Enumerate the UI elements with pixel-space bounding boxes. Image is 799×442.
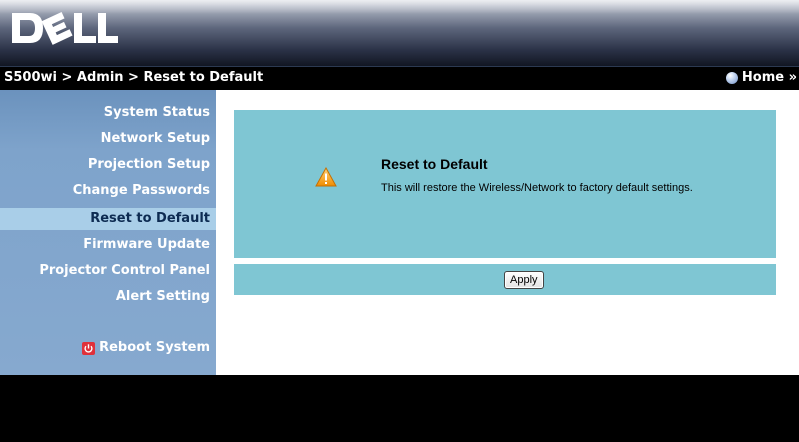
- breadcrumb: S500wi > Admin > Reset to Default: [4, 70, 264, 85]
- panel-message: This will restore the Wireless/Network t…: [381, 182, 693, 194]
- home-label: Home »: [741, 70, 797, 85]
- sidebar-item-projector-control-panel[interactable]: Projector Control Panel: [39, 260, 210, 282]
- apply-bar: Apply: [234, 264, 776, 295]
- warning-icon: [315, 167, 337, 187]
- power-icon: [82, 341, 96, 355]
- home-link[interactable]: Home »: [725, 70, 797, 85]
- sidebar-item-projection-setup[interactable]: Projection Setup: [88, 154, 210, 176]
- globe-icon: [725, 71, 738, 84]
- apply-button[interactable]: Apply: [504, 271, 544, 289]
- reset-panel: Reset to Default This will restore the W…: [234, 110, 776, 258]
- sidebar-item-network-setup[interactable]: Network Setup: [101, 128, 210, 150]
- sidebar-item-alert-setting[interactable]: Alert Setting: [116, 286, 210, 308]
- panel-title: Reset to Default: [381, 156, 488, 172]
- main-content: Reset to Default This will restore the W…: [216, 90, 799, 375]
- header-banner: [0, 0, 799, 66]
- sidebar-item-change-passwords[interactable]: Change Passwords: [73, 180, 210, 202]
- breadcrumb-bar: S500wi > Admin > Reset to Default Home »: [0, 66, 799, 90]
- reboot-system-button[interactable]: Reboot System: [82, 339, 210, 357]
- sidebar-item-reset-to-default[interactable]: Reset to Default: [0, 208, 216, 230]
- sidebar-item-firmware-update[interactable]: Firmware Update: [83, 234, 210, 256]
- dell-logo: [12, 11, 118, 45]
- reboot-label: Reboot System: [99, 340, 210, 355]
- sidebar: System Status Network Setup Projection S…: [0, 90, 216, 375]
- sidebar-item-label: Reset to Default: [90, 211, 210, 226]
- footer: [0, 375, 799, 442]
- sidebar-item-system-status[interactable]: System Status: [104, 102, 210, 124]
